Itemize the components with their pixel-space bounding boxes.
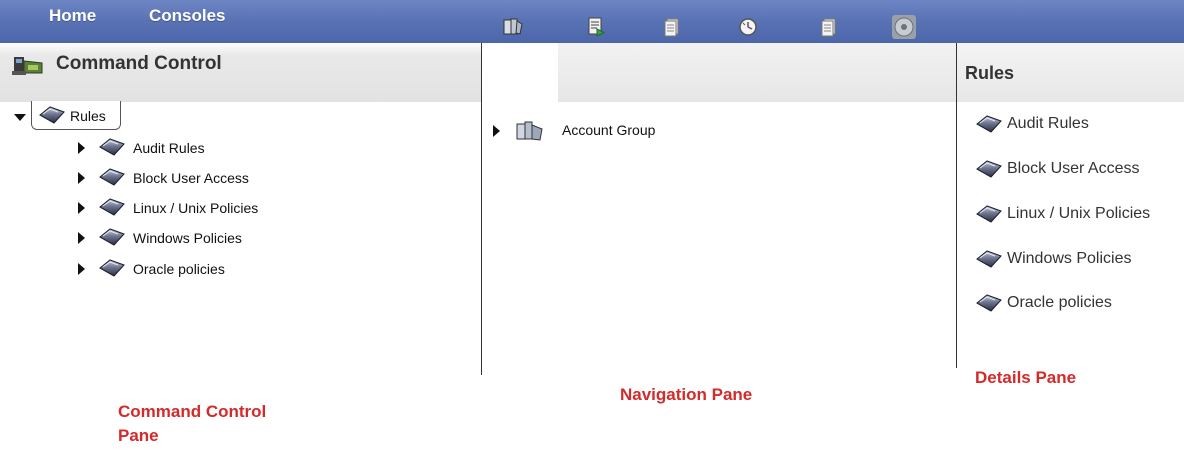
tree-root-label[interactable]: Rules [70,108,106,124]
block-user-gem-icon [975,160,1003,178]
command-control-icon [12,57,43,75]
command-control-header: Command Control [0,43,481,102]
clock-tab-icon[interactable] [737,16,759,38]
collapse-arrow-icon[interactable] [78,142,85,154]
disk-tab-icon[interactable] [891,14,917,40]
tree-item-label[interactable]: Linux / Unix Policies [133,200,258,216]
annotation-command-control: Command Control [118,402,267,421]
linux-gem-icon [975,205,1003,223]
tree-item-label[interactable]: Block User Access [133,170,249,186]
annotation-navigation: Navigation Pane [620,385,753,404]
rules-gem-icon [38,106,66,124]
run-list-tab-icon[interactable] [585,16,607,38]
tree-item-label[interactable]: Windows Policies [133,230,242,246]
collapse-arrow-icon[interactable] [78,232,85,244]
details-title: Rules [965,63,1015,83]
oracle-gem-icon [98,259,126,277]
tree-item-label[interactable]: Audit Rules [133,140,205,156]
linux-gem-icon [98,198,126,216]
book-tab-icon[interactable] [502,16,524,38]
account-group-icon [516,121,543,141]
details-header: Rules [957,43,1184,102]
collapse-arrow-icon[interactable] [78,263,85,275]
collapse-arrow-icon[interactable] [78,202,85,214]
block-user-gem-icon [98,168,126,186]
command-control-title: Command Control [56,53,222,74]
detail-item-label[interactable]: Block User Access [1007,160,1139,178]
nav-item-label[interactable]: Account Group [562,122,655,138]
oracle-gem-icon [975,294,1003,312]
audit-rules-gem-icon [98,138,126,156]
detail-item-label[interactable]: Windows Policies [1007,250,1131,268]
windows-gem-icon [98,228,126,246]
annotation-command-control-pane: Pane [118,426,159,445]
tab-active[interactable] [482,43,558,103]
document-tab-icon[interactable] [661,16,683,38]
menu-consoles[interactable]: Consoles [149,6,226,26]
tree-item-label[interactable]: Oracle policies [133,261,225,277]
audit-rules-gem-icon [975,115,1003,133]
detail-item-label[interactable]: Linux / Unix Policies [1007,205,1150,223]
expand-arrow-icon[interactable] [14,114,26,121]
detail-item-label[interactable]: Oracle policies [1007,294,1112,312]
list-tab-icon[interactable] [818,16,840,38]
collapse-arrow-icon[interactable] [493,125,500,137]
menu-home[interactable]: Home [49,6,96,26]
pane-divider-left [481,43,482,375]
annotation-details: Details Pane [975,368,1077,387]
collapse-arrow-icon[interactable] [78,172,85,184]
detail-item-label[interactable]: Audit Rules [1007,115,1089,133]
windows-gem-icon [975,250,1003,268]
